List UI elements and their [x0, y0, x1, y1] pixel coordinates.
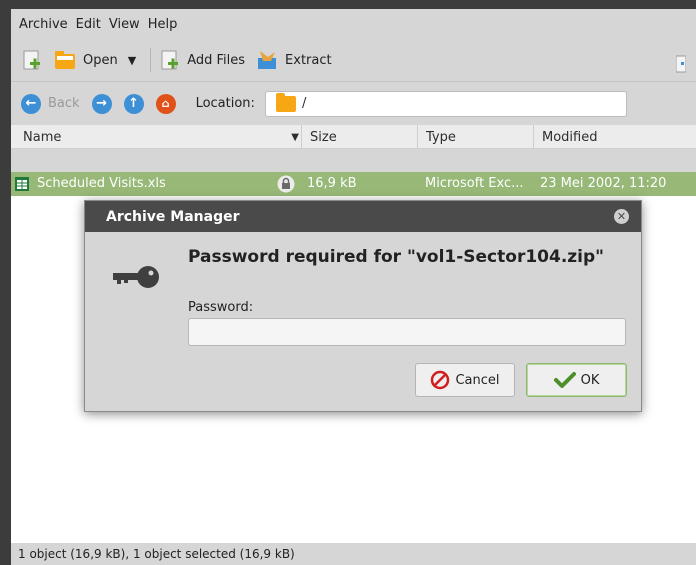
spreadsheet-icon — [15, 177, 29, 191]
new-archive-button[interactable] — [21, 49, 43, 71]
up-button[interactable]: ↑ — [123, 93, 144, 114]
open-button[interactable]: Open — [53, 49, 118, 71]
home-button[interactable]: ⌂ — [155, 93, 176, 114]
toolbar-overflow-icon[interactable] — [676, 53, 686, 75]
column-modified[interactable]: Modified — [533, 125, 696, 149]
file-name: Scheduled Visits.xls — [37, 176, 166, 191]
extract-icon — [258, 51, 277, 69]
file-list-header: Name ▼ Size Type Modified — [11, 125, 696, 149]
toolbar-separator — [150, 48, 152, 72]
menu-bar: Archive Edit View Help — [11, 9, 696, 39]
ok-label: OK — [580, 372, 600, 388]
lock-icon — [277, 175, 295, 193]
sort-down-icon: ▼ — [291, 131, 299, 143]
add-files-label: Add Files — [187, 52, 246, 68]
key-icon — [113, 266, 159, 288]
back-button[interactable]: ← Back — [21, 93, 80, 114]
dialog-title: Archive Manager — [106, 208, 240, 225]
file-modified: 23 Mei 2002, 11:20 — [540, 176, 667, 191]
dialog-heading: Password required for "vol1-Sector104.zi… — [188, 247, 605, 267]
file-type: Microsoft Exc... — [425, 176, 524, 191]
cancel-icon — [431, 370, 450, 390]
folder-icon — [275, 92, 296, 112]
location-bar: ← Back → ↑ ⌂ Location: / — [11, 81, 696, 125]
menu-edit[interactable]: Edit — [76, 17, 101, 32]
password-label: Password: — [188, 300, 254, 315]
arrow-left-icon: ← — [21, 93, 41, 114]
column-type[interactable]: Type — [417, 125, 533, 149]
add-files-button[interactable]: Add Files — [159, 49, 245, 71]
status-text: 1 object (16,9 kB), 1 object selected (1… — [18, 547, 295, 561]
table-row[interactable]: Scheduled Visits.xls 16,9 kB Microsoft E… — [11, 172, 696, 196]
open-label: Open — [83, 52, 118, 68]
location-label: Location: — [195, 96, 255, 111]
ok-button[interactable]: OK — [526, 363, 627, 397]
column-type-label: Type — [426, 129, 456, 145]
extract-label: Extract — [285, 52, 332, 68]
open-dropdown-button[interactable]: ▼ — [128, 54, 136, 67]
arrow-right-icon: → — [91, 93, 112, 114]
cancel-label: Cancel — [455, 372, 500, 388]
status-bar: 1 object (16,9 kB), 1 object selected (1… — [11, 543, 696, 565]
folder-icon — [55, 51, 75, 69]
password-field[interactable] — [188, 318, 626, 346]
location-path: / — [301, 96, 307, 111]
home-icon: ⌂ — [155, 93, 176, 114]
extract-button[interactable]: Extract — [255, 49, 332, 71]
password-dialog: Archive Manager ✕ Password required for … — [84, 200, 642, 412]
location-field[interactable]: / — [264, 90, 627, 117]
column-name[interactable]: Name ▼ — [11, 125, 301, 149]
dialog-titlebar: Archive Manager ✕ — [85, 201, 641, 232]
back-label: Back — [48, 96, 80, 111]
arrow-up-icon: ↑ — [123, 93, 144, 114]
column-size-label: Size — [310, 129, 337, 145]
checkmark-icon — [553, 372, 576, 388]
chevron-down-icon: ▼ — [127, 53, 137, 67]
column-modified-label: Modified — [542, 129, 598, 145]
toolbar: Open ▼ Add Files Extract — [11, 39, 696, 81]
add-files-icon — [161, 50, 179, 70]
menu-view[interactable]: View — [109, 17, 140, 32]
new-archive-icon — [23, 50, 40, 70]
column-size[interactable]: Size — [301, 125, 417, 149]
close-icon[interactable]: ✕ — [614, 209, 629, 224]
menu-archive[interactable]: Archive — [19, 17, 68, 32]
cancel-button[interactable]: Cancel — [415, 363, 515, 397]
forward-button[interactable]: → — [91, 93, 112, 114]
column-name-label: Name — [23, 129, 62, 145]
menu-help[interactable]: Help — [148, 17, 178, 32]
file-size: 16,9 kB — [307, 176, 357, 191]
